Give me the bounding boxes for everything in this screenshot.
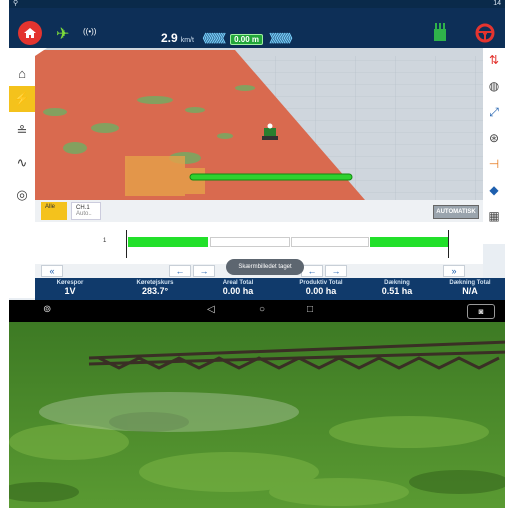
section-on-4[interactable]: [370, 237, 448, 247]
section-control-panel: Alle CH.1 Auto.. AUTOMATISK 1: [35, 200, 483, 264]
section-row-number: 1: [103, 238, 107, 244]
curve-icon[interactable]: ⤢: [483, 100, 505, 124]
field-photo: [9, 322, 505, 508]
shift-left-button-2[interactable]: ←: [301, 265, 323, 277]
stats-bar: Kørespor 1V Køretøjskurs 283.7° Areal To…: [35, 278, 505, 300]
diagnostics-nav-icon[interactable]: ∿: [9, 150, 35, 176]
stat-value: 0.00 ha: [222, 286, 254, 296]
speed-value: 2.9: [161, 31, 178, 45]
screenshot-toast: Skærmbilledet taget: [226, 259, 304, 275]
section-edge-right: [448, 230, 449, 258]
layers-nav-icon[interactable]: ≗: [9, 118, 35, 144]
left-sidebar: ⌂ ⚡ ≗ ∿ ◎: [9, 48, 35, 298]
ab-line-icon[interactable]: ⇅: [483, 48, 505, 72]
shift-left-button[interactable]: ←: [169, 265, 191, 277]
stat-heading: Køretøjskurs 283.7°: [115, 280, 195, 296]
status-time: 14: [493, 0, 501, 7]
stat-value: 283.7°: [141, 286, 169, 296]
implement-icon[interactable]: [432, 21, 448, 43]
app-icon[interactable]: ⊚: [43, 304, 51, 315]
recents-icon[interactable]: □: [307, 304, 313, 315]
settings-nav-icon[interactable]: ◎: [9, 182, 35, 208]
speed-display: 2.9 km/t 《《《《《《 0.00 m 》》》》》》: [161, 30, 298, 46]
shift-icon[interactable]: ⊣: [483, 152, 505, 176]
back-icon[interactable]: ◁: [207, 304, 215, 315]
lightbar-right: 》》》》》》: [269, 33, 297, 45]
tab-all[interactable]: Alle: [41, 202, 67, 220]
screenshot-icon[interactable]: ◙: [467, 304, 495, 319]
section-on-1[interactable]: [128, 237, 208, 247]
stat-productive-total: Produktiv Total 0.00 ha: [281, 280, 361, 296]
signal-icon: ((•)): [83, 27, 97, 36]
location-icon: ⚲: [13, 0, 19, 7]
stat-area-total: Areal Total 0.00 ha: [203, 280, 273, 296]
stat-coverage-total: Dækning Total N/A: [435, 280, 505, 296]
satellite-icon: ✈: [56, 26, 70, 43]
home-button[interactable]: [18, 21, 42, 45]
stat-value: N/A: [462, 286, 478, 296]
stat-value: 1V: [64, 286, 76, 296]
tab-ch1-sub: Auto..: [76, 211, 92, 217]
speed-unit: km/t: [180, 37, 194, 44]
top-toolbar: ✈ ((•)) 2.9 km/t 《《《《《《 0.00 m 》》》》》》: [9, 8, 505, 48]
stat-value: 0.00 ha: [305, 286, 337, 296]
section-edge-left: [126, 230, 127, 258]
tab-ch1[interactable]: CH.1 Auto..: [71, 202, 101, 220]
section-off-3[interactable]: [291, 237, 369, 247]
field-3d-view[interactable]: [35, 48, 483, 200]
layers-icon[interactable]: ◆: [483, 178, 505, 202]
map-icon[interactable]: ▦: [483, 204, 505, 228]
shift-right-button-2[interactable]: →: [325, 265, 347, 277]
spray-mist: [39, 392, 299, 432]
status-bar: ⚲ 14: [9, 0, 505, 8]
wheel-icon[interactable]: ⊛: [483, 126, 505, 150]
steering-wheel-icon[interactable]: [475, 23, 495, 43]
home-circle-icon[interactable]: ○: [259, 304, 265, 315]
boom-bar: [189, 173, 353, 181]
pause-track-icon[interactable]: ◍: [483, 74, 505, 98]
stat-coverage: Dækning 0.51 ha: [365, 280, 429, 296]
tablet-screen: ⚲ 14 ✈ ((•)) 2.9 km/t 《《《《《《 0.00 m 》》》》》…: [9, 0, 505, 322]
off-track-value: 0.00 m: [230, 34, 264, 45]
home-nav-icon[interactable]: ⌂: [9, 60, 35, 86]
lightbar-left: 《《《《《《: [197, 33, 225, 45]
stat-track: Kørespor 1V: [35, 280, 105, 296]
right-toolbar: ⇅ ◍ ⤢ ⊛ ⊣ ◆ ▦: [483, 48, 505, 244]
guidance-nav-icon[interactable]: ⚡: [9, 86, 35, 112]
jump-left-button[interactable]: «: [41, 265, 63, 277]
section-off-2[interactable]: [210, 237, 290, 247]
jump-right-button[interactable]: »: [443, 265, 465, 277]
stat-value: 0.51 ha: [381, 286, 413, 296]
shift-right-button[interactable]: →: [193, 265, 215, 277]
android-nav-bar: ⊚ ◁ ○ □ ◙: [9, 300, 505, 322]
home-icon: [24, 28, 36, 38]
automatic-mode-button[interactable]: AUTOMATISK: [433, 205, 479, 219]
